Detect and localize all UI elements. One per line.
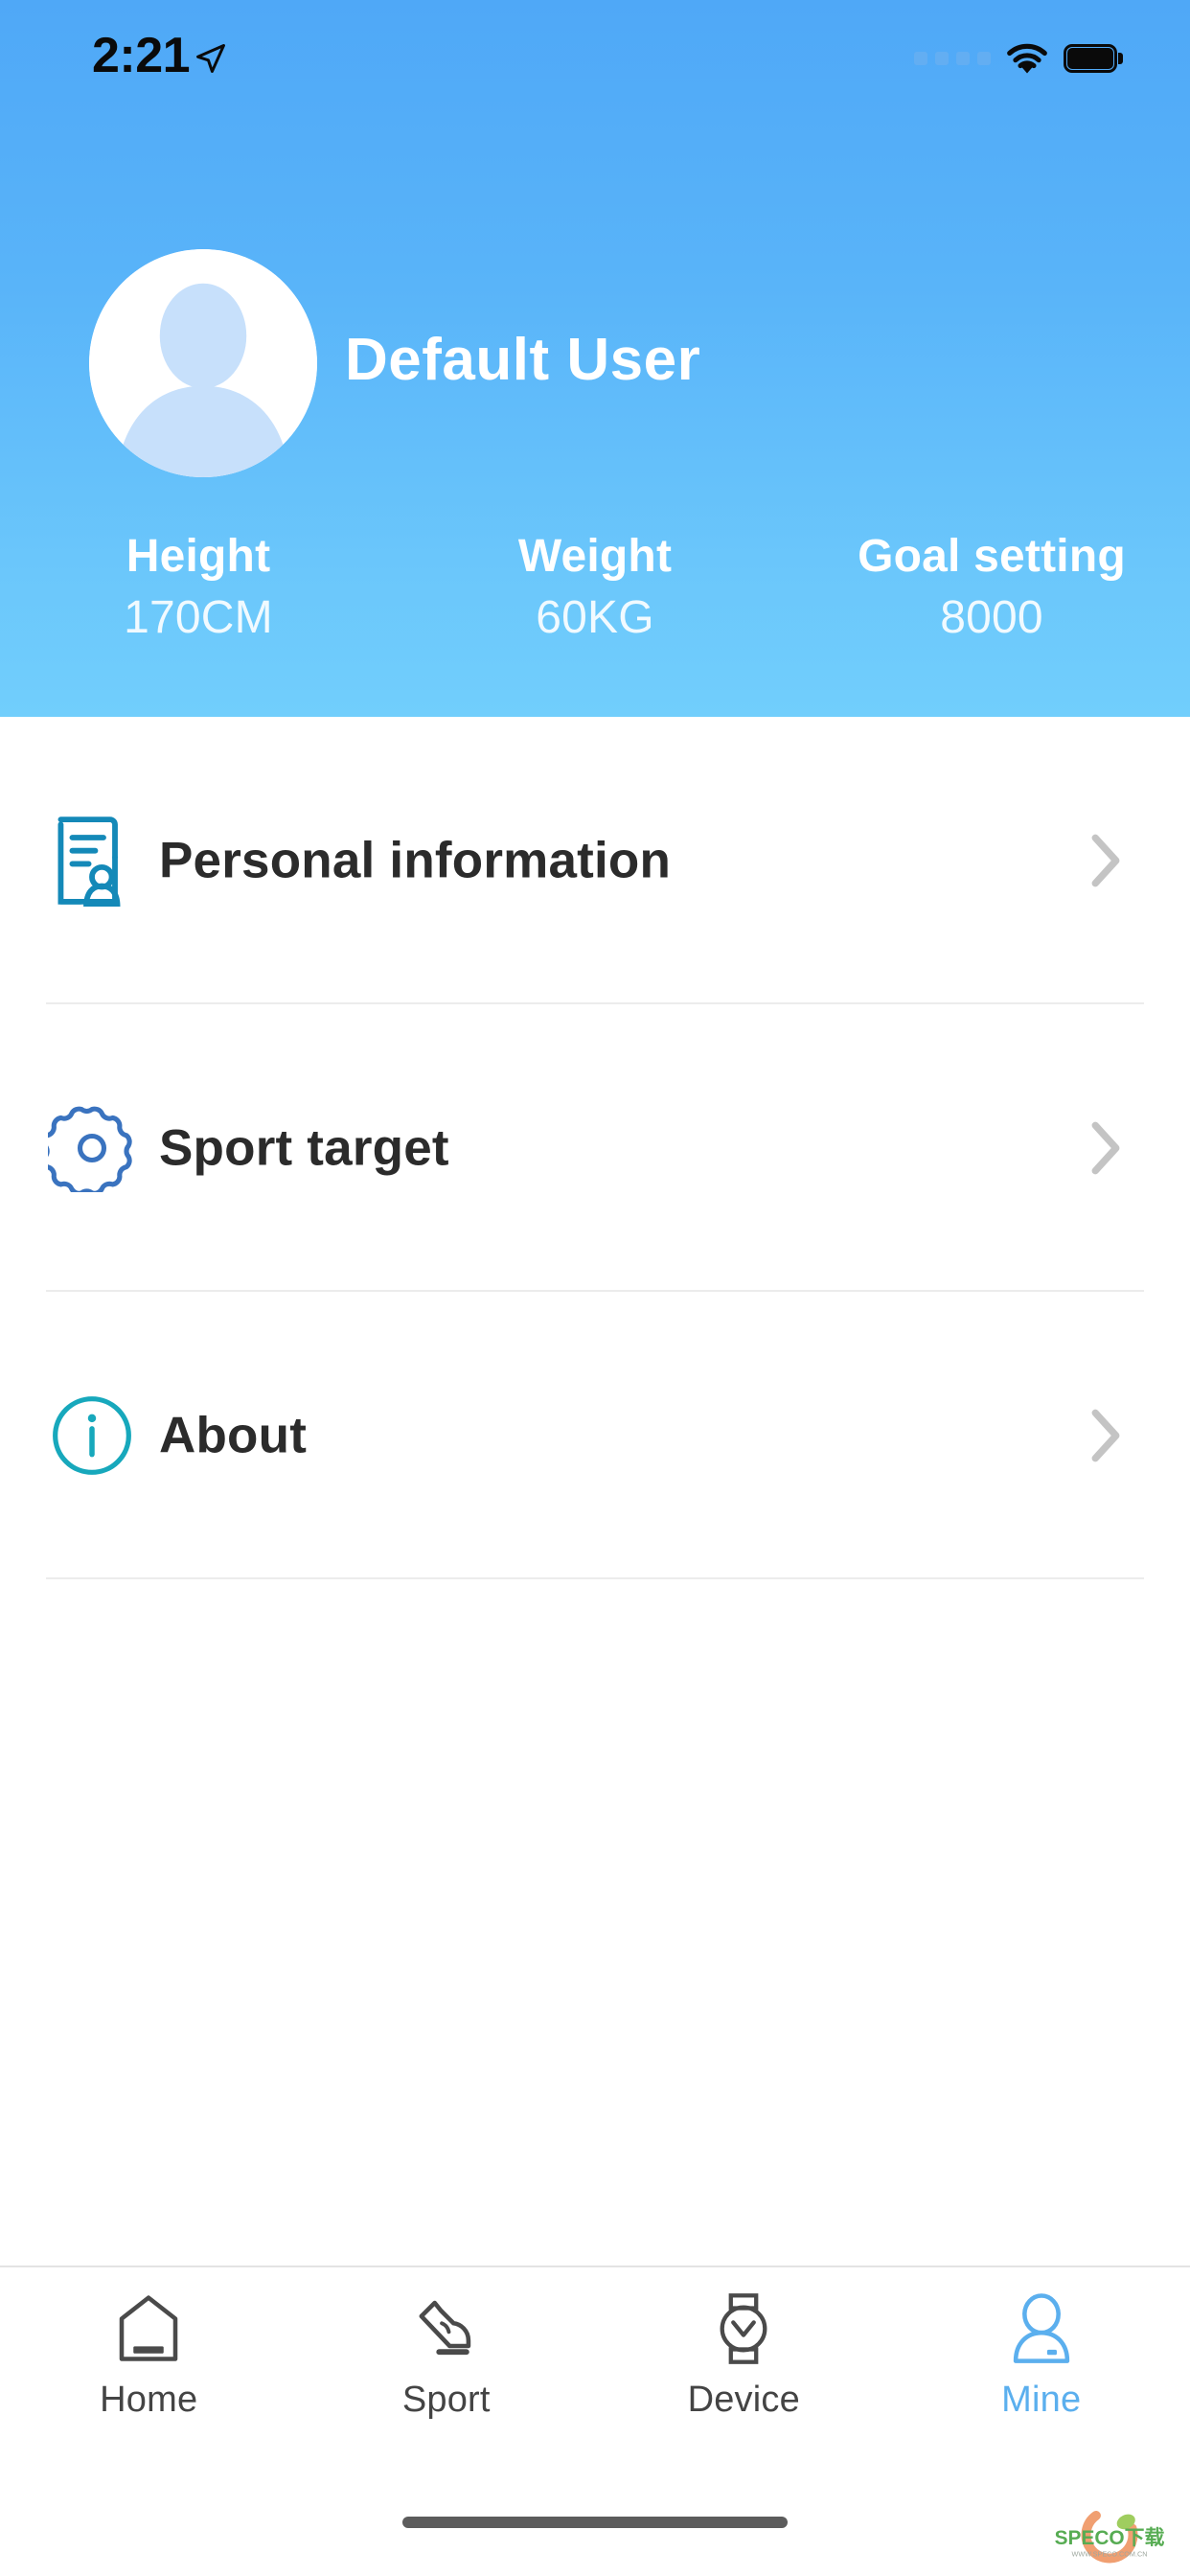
- menu-item-label: Personal information: [159, 832, 672, 889]
- tab-label: Device: [687, 2380, 800, 2420]
- location-arrow-icon: [195, 42, 227, 75]
- stat-label: Height: [126, 531, 271, 582]
- tab-label: Sport: [401, 2380, 491, 2420]
- battery-full-icon: [1064, 44, 1123, 73]
- watermark-brand: SPECO下载: [1055, 2526, 1165, 2549]
- tab-mine[interactable]: Mine: [893, 2267, 1190, 2438]
- default-avatar-icon: [89, 249, 317, 477]
- tab-sport[interactable]: Sport: [298, 2267, 596, 2438]
- person-icon: [1004, 2291, 1079, 2366]
- stat-value: 60KG: [536, 592, 654, 643]
- status-bar-icons: [914, 42, 1123, 75]
- app-screen: 2:21 Default User Height 170CM Weight 60…: [0, 0, 1190, 2576]
- stat-label: Goal setting: [858, 531, 1126, 582]
- speco-watermark: SPECO下载 WWW.SPECO.COM.CN: [1055, 2506, 1165, 2564]
- profile-stats: Height 170CM Weight 60KG Goal setting 80…: [0, 527, 1190, 650]
- menu-item-personal-information[interactable]: Personal information: [0, 717, 1190, 1004]
- user-name: Default User: [345, 327, 701, 393]
- home-indicator[interactable]: [402, 2517, 788, 2528]
- chevron-right-icon: [1091, 1121, 1120, 1175]
- avatar[interactable]: [89, 249, 317, 477]
- settings-menu: Personal information Sport target About: [0, 717, 1190, 1579]
- bottom-navigation: Home Sport Device Mine: [0, 2266, 1190, 2438]
- tab-label: Mine: [1001, 2380, 1082, 2420]
- row-divider: [46, 1577, 1144, 1579]
- stat-value: 8000: [940, 592, 1043, 643]
- signal-dots-icon: [914, 52, 991, 65]
- menu-item-label: Sport target: [159, 1119, 449, 1177]
- house-icon: [111, 2291, 186, 2366]
- menu-item-about[interactable]: About: [0, 1292, 1190, 1579]
- status-bar-time: 2:21: [92, 28, 191, 83]
- document-person-icon: [46, 815, 138, 907]
- watch-icon: [706, 2291, 781, 2366]
- tab-label: Home: [100, 2380, 198, 2420]
- stat-value: 170CM: [124, 592, 273, 643]
- chevron-right-icon: [1091, 1409, 1120, 1462]
- chevron-right-icon: [1091, 834, 1120, 887]
- info-circle-icon: [46, 1390, 138, 1482]
- shoe-icon: [409, 2291, 484, 2366]
- tab-home[interactable]: Home: [0, 2267, 298, 2438]
- stat-label: Weight: [517, 531, 673, 582]
- stat-height[interactable]: Height 170CM: [0, 527, 397, 650]
- profile-header: 2:21 Default User Height 170CM Weight 60…: [0, 0, 1190, 717]
- watermark-url: WWW.SPECO.COM.CN: [1072, 2550, 1148, 2559]
- tab-device[interactable]: Device: [595, 2267, 893, 2438]
- stat-weight[interactable]: Weight 60KG: [397, 527, 793, 650]
- menu-item-sport-target[interactable]: Sport target: [0, 1004, 1190, 1292]
- status-bar: 2:21: [0, 0, 1190, 105]
- stat-goal-setting[interactable]: Goal setting 8000: [793, 527, 1190, 650]
- wifi-icon: [1007, 43, 1047, 74]
- menu-item-label: About: [159, 1407, 308, 1464]
- gear-icon: [46, 1102, 138, 1194]
